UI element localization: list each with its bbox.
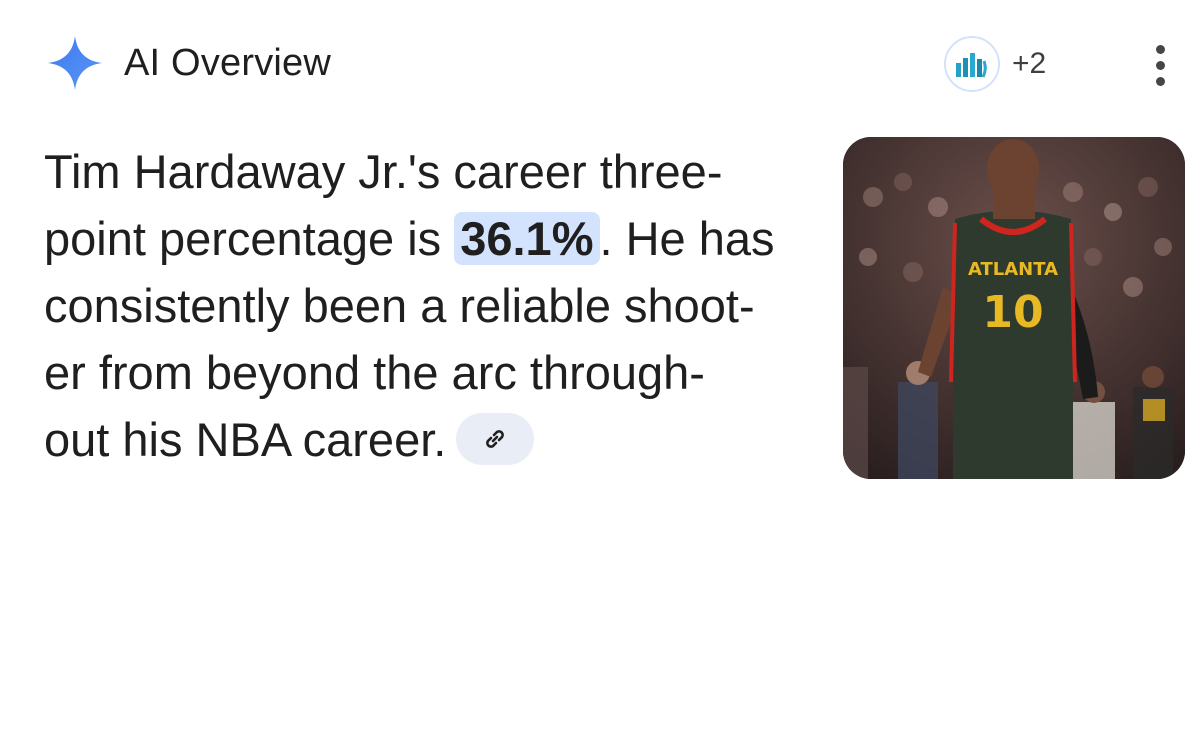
ai-overview-title: AI Overview [124,42,332,84]
sparkle-icon [48,36,102,90]
highlighted-stat: 36.1% [454,212,600,265]
answer-line: out his NBA career. [44,406,824,473]
overview-answer-text: Tim Hardaway Jr.'s career three- point p… [44,138,824,473]
sources-count[interactable]: +2 [1012,47,1046,81]
answer-line: er from beyond the arc through- [44,346,705,399]
player-photo[interactable]: ATLANTA 10 [843,137,1185,479]
answer-line: point percentage is 36.1%. He has [44,205,824,272]
basketball-player-image: ATLANTA 10 [843,137,1185,479]
source-avatar[interactable] [944,36,1000,92]
bar-chart-logo-icon [956,53,987,78]
answer-text: point percentage is [44,212,455,265]
more-vertical-icon [1155,44,1165,54]
source-link-chip[interactable] [456,412,535,465]
answer-text: out his NBA career. [44,413,447,466]
answer-line: consistently been a reliable shoot- [44,279,755,332]
answer-text: . He has [599,212,775,265]
jersey-number: 10 [982,287,1043,338]
jersey-text: ATLANTA [968,259,1058,280]
link-icon [486,429,505,448]
ai-overview-header: AI Overview +2 [0,0,1200,125]
sources-button[interactable]: +2 [944,34,1046,94]
answer-line: Tim Hardaway Jr.'s career three- [44,145,723,198]
more-options-button[interactable] [1140,40,1180,90]
